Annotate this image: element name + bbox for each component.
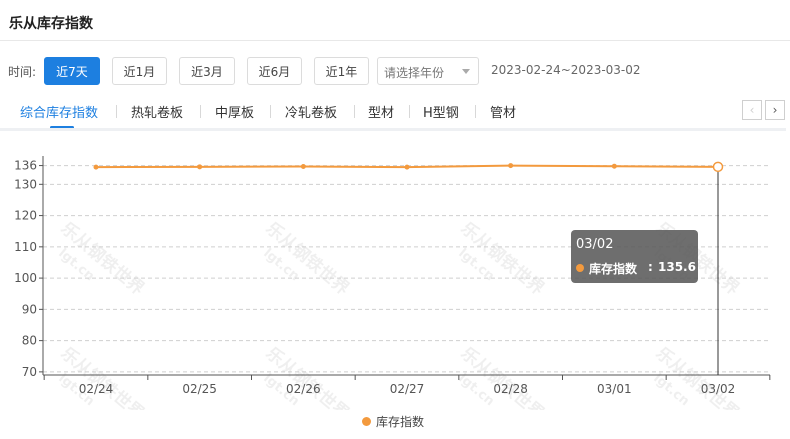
data-point bbox=[508, 163, 514, 169]
y-tick-label: 130 bbox=[14, 177, 37, 191]
chevron-down-icon bbox=[462, 69, 470, 74]
tab-pipe[interactable]: 管材 bbox=[490, 102, 516, 121]
tab-h-beam[interactable]: H型钢 bbox=[423, 102, 459, 121]
watermark-logo: 乐从钢铁世界lgt.cn bbox=[55, 343, 148, 410]
tab-divider bbox=[116, 105, 117, 118]
data-point bbox=[300, 164, 306, 170]
x-tick-label: 02/24 bbox=[79, 382, 114, 396]
tab-medium-plate[interactable]: 中厚板 bbox=[215, 102, 254, 121]
tab-cold-rolled-coil[interactable]: 冷轧卷板 bbox=[285, 102, 337, 121]
page-title: 乐从库存指数 bbox=[9, 16, 93, 32]
x-tick-label: 02/25 bbox=[182, 382, 217, 396]
watermark-logo: 乐从钢铁世界lgt.cn bbox=[455, 343, 548, 410]
y-tick-label: 70 bbox=[22, 365, 37, 379]
tab-section-steel[interactable]: 型材 bbox=[368, 102, 394, 121]
y-tick-label: 110 bbox=[14, 240, 37, 254]
date-range-text: 2023-02-24~2023-03-02 bbox=[491, 63, 641, 77]
range-button-3m[interactable]: 近3月 bbox=[179, 57, 235, 85]
watermark-logo: 乐从钢铁世界lgt.cn bbox=[260, 218, 353, 300]
data-point bbox=[197, 164, 203, 170]
tab-composite-index[interactable]: 综合库存指数 bbox=[20, 102, 98, 121]
tab-divider bbox=[200, 105, 201, 118]
tab-hot-rolled-coil[interactable]: 热轧卷板 bbox=[131, 102, 183, 121]
watermark-logo: 乐从钢铁世界lgt.cn bbox=[55, 218, 148, 300]
tooltip-separator: : bbox=[648, 260, 653, 274]
tooltip-value: 135.6 bbox=[658, 260, 696, 274]
x-tick-label: 02/26 bbox=[286, 382, 321, 396]
y-tick-label: 120 bbox=[14, 209, 37, 223]
watermark-logo: 乐从钢铁世界lgt.cn bbox=[455, 218, 548, 300]
x-tick-label: 02/28 bbox=[493, 382, 528, 396]
x-tick-label: 03/01 bbox=[597, 382, 632, 396]
y-tick-label: 100 bbox=[14, 271, 37, 285]
time-filter-label: 时间: bbox=[8, 65, 37, 79]
data-point bbox=[93, 164, 99, 170]
tab-divider bbox=[270, 105, 271, 118]
tabs-divider bbox=[0, 128, 786, 131]
range-button-7d[interactable]: 近7天 bbox=[44, 57, 100, 85]
y-tick-label: 136 bbox=[14, 159, 37, 173]
watermark-logo: 乐从钢铁世界lgt.cn bbox=[260, 343, 353, 410]
highlighted-data-point bbox=[712, 161, 724, 173]
tooltip-series-dot bbox=[576, 264, 584, 272]
range-button-1m[interactable]: 近1月 bbox=[112, 57, 167, 85]
year-select[interactable]: 请选择年份 bbox=[377, 57, 479, 85]
y-tick-label: 80 bbox=[22, 334, 37, 348]
data-point bbox=[404, 164, 410, 170]
chevron-left-icon[interactable]: ‹ bbox=[742, 100, 762, 120]
chevron-right-icon[interactable]: › bbox=[765, 100, 785, 120]
data-point bbox=[611, 163, 617, 169]
legend-dot-icon bbox=[362, 417, 371, 426]
tooltip-series-name: 库存指数 bbox=[589, 262, 638, 276]
y-tick-label: 90 bbox=[22, 302, 37, 316]
range-button-1y[interactable]: 近1年 bbox=[314, 57, 369, 85]
tab-divider bbox=[475, 105, 476, 118]
header-divider bbox=[0, 40, 790, 41]
year-select-placeholder: 请选择年份 bbox=[384, 66, 445, 80]
x-tick-label: 02/27 bbox=[390, 382, 425, 396]
legend-label: 库存指数 bbox=[376, 415, 425, 429]
tab-divider bbox=[354, 105, 355, 118]
watermark-logo: 乐从钢铁世界lgt.cn bbox=[650, 343, 743, 410]
tab-divider bbox=[409, 105, 410, 118]
time-filter-bar: 时间: 近7天 近1月 近3月 近6月 近1年 请选择年份 2023-02-24… bbox=[0, 57, 790, 85]
tooltip-date: 03/02 bbox=[576, 237, 614, 252]
range-button-6m[interactable]: 近6月 bbox=[247, 57, 302, 85]
x-tick-label: 03/02 bbox=[701, 382, 736, 396]
category-tabs: 综合库存指数 热轧卷板 中厚板 冷轧卷板 型材 H型钢 管材 bbox=[0, 98, 790, 130]
data-tooltip: 03/02 库存指数 : 135.6 bbox=[571, 230, 698, 283]
